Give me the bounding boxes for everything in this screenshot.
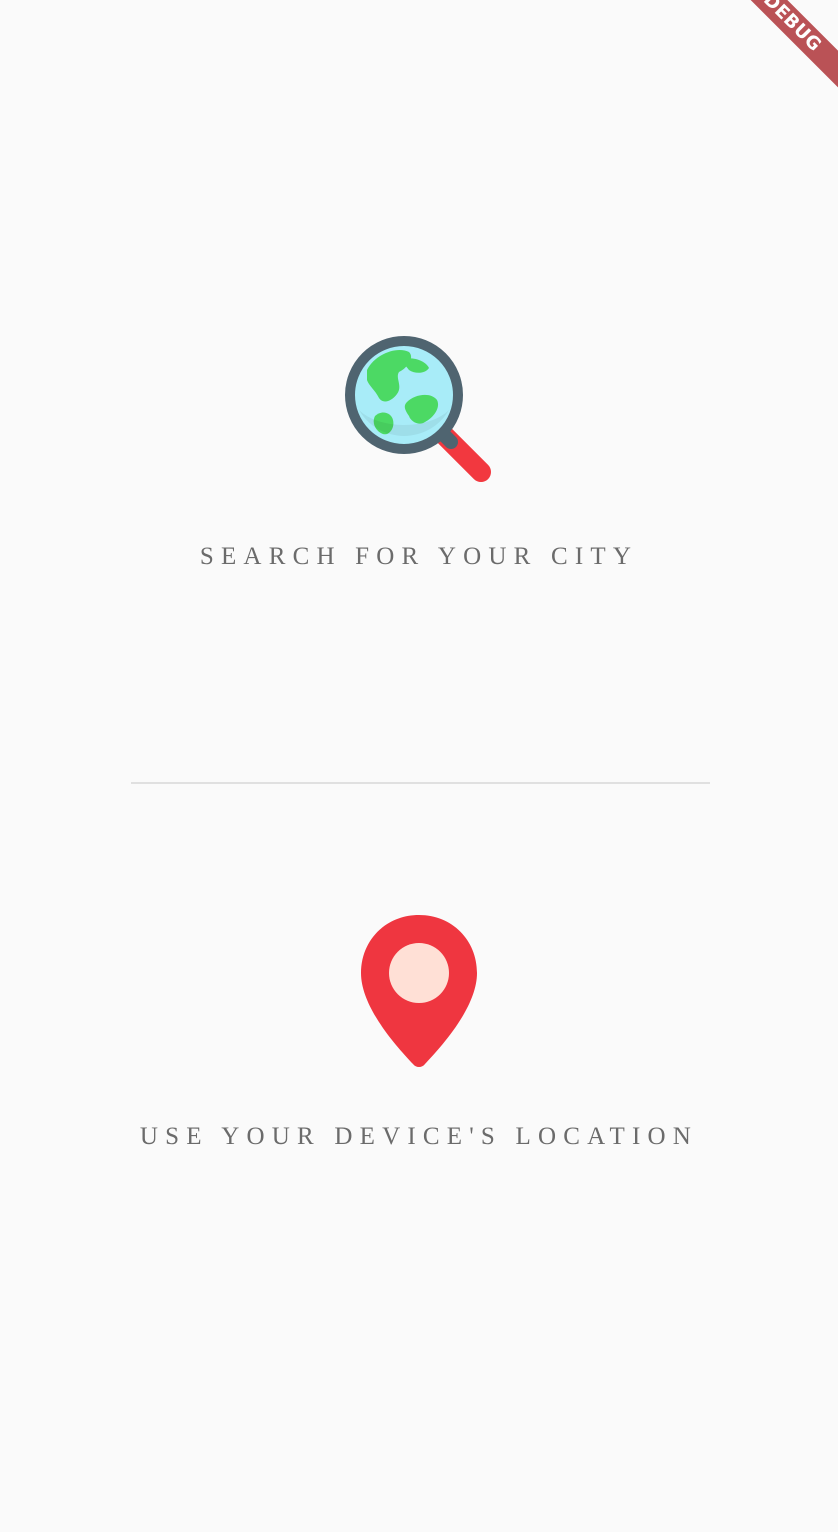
device-location-option[interactable]: USE YOUR DEVICE'S LOCATION [0,912,838,1162]
debug-banner: DEBUG [738,0,838,100]
map-pin-icon [358,912,480,1077]
app-screen: SEARCH FOR YOUR CITY USE YOUR DEVICE'S L… [0,0,838,1532]
search-city-label: SEARCH FOR YOUR CITY [199,543,639,570]
globe-magnifier-icon [339,330,499,495]
section-divider [131,782,710,784]
debug-banner-label: DEBUG [738,0,838,96]
device-location-label: USE YOUR DEVICE'S LOCATION [139,1123,699,1150]
search-city-option[interactable]: SEARCH FOR YOUR CITY [0,330,838,580]
